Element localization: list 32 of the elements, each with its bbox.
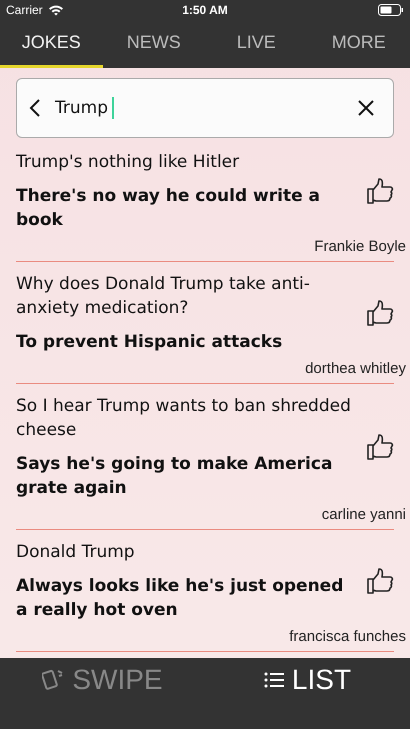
search-field[interactable]: Trump xyxy=(16,78,394,138)
carrier-label: Carrier xyxy=(6,3,43,17)
tab[interactable]: MORE xyxy=(308,20,410,68)
author-name: dorthea whitley xyxy=(305,360,406,377)
joke-setup: Why does Donald Trump take anti-anxiety medication? xyxy=(16,273,311,320)
text-cursor xyxy=(112,97,114,119)
thumbs-up-icon[interactable] xyxy=(366,299,394,327)
author-name: Frankie Boyle xyxy=(314,238,406,255)
author-name: carline yanni xyxy=(322,506,406,523)
joke-setup: Trump's nothing like Hitler xyxy=(16,151,240,174)
back-icon[interactable] xyxy=(29,98,41,118)
joke-punchline: To prevent Hispanic attacks xyxy=(16,331,284,354)
bottom-tab[interactable]: LIST xyxy=(205,658,410,696)
battery-icon xyxy=(378,4,404,16)
tab[interactable]: NEWS xyxy=(102,20,205,68)
joke-setup: So I hear Trump wants to ban shredded cheese xyxy=(16,395,352,442)
author-name: francisca funches xyxy=(289,628,406,645)
thumbs-up-icon[interactable] xyxy=(366,567,394,595)
tab[interactable]: LIVE xyxy=(205,20,308,68)
cards-icon xyxy=(42,668,64,692)
joke-punchline: Says he's going to make America grate again xyxy=(16,453,334,500)
joke-punchline: Always looks like he's just opened a really hot oven xyxy=(16,575,344,622)
bottom-tab[interactable]: SWIPE xyxy=(0,658,205,696)
clock-time: 1:50 AM xyxy=(182,3,228,17)
thumbs-up-icon[interactable] xyxy=(366,433,394,461)
wifi-icon xyxy=(48,4,64,16)
joke-setup: Donald Trump xyxy=(16,541,136,564)
close-icon[interactable] xyxy=(357,99,375,117)
thumbs-up-icon[interactable] xyxy=(366,177,394,205)
search-text: Trump xyxy=(55,98,108,118)
list-icon xyxy=(264,671,284,689)
joke-punchline: There's no way he could write a book xyxy=(16,185,322,232)
